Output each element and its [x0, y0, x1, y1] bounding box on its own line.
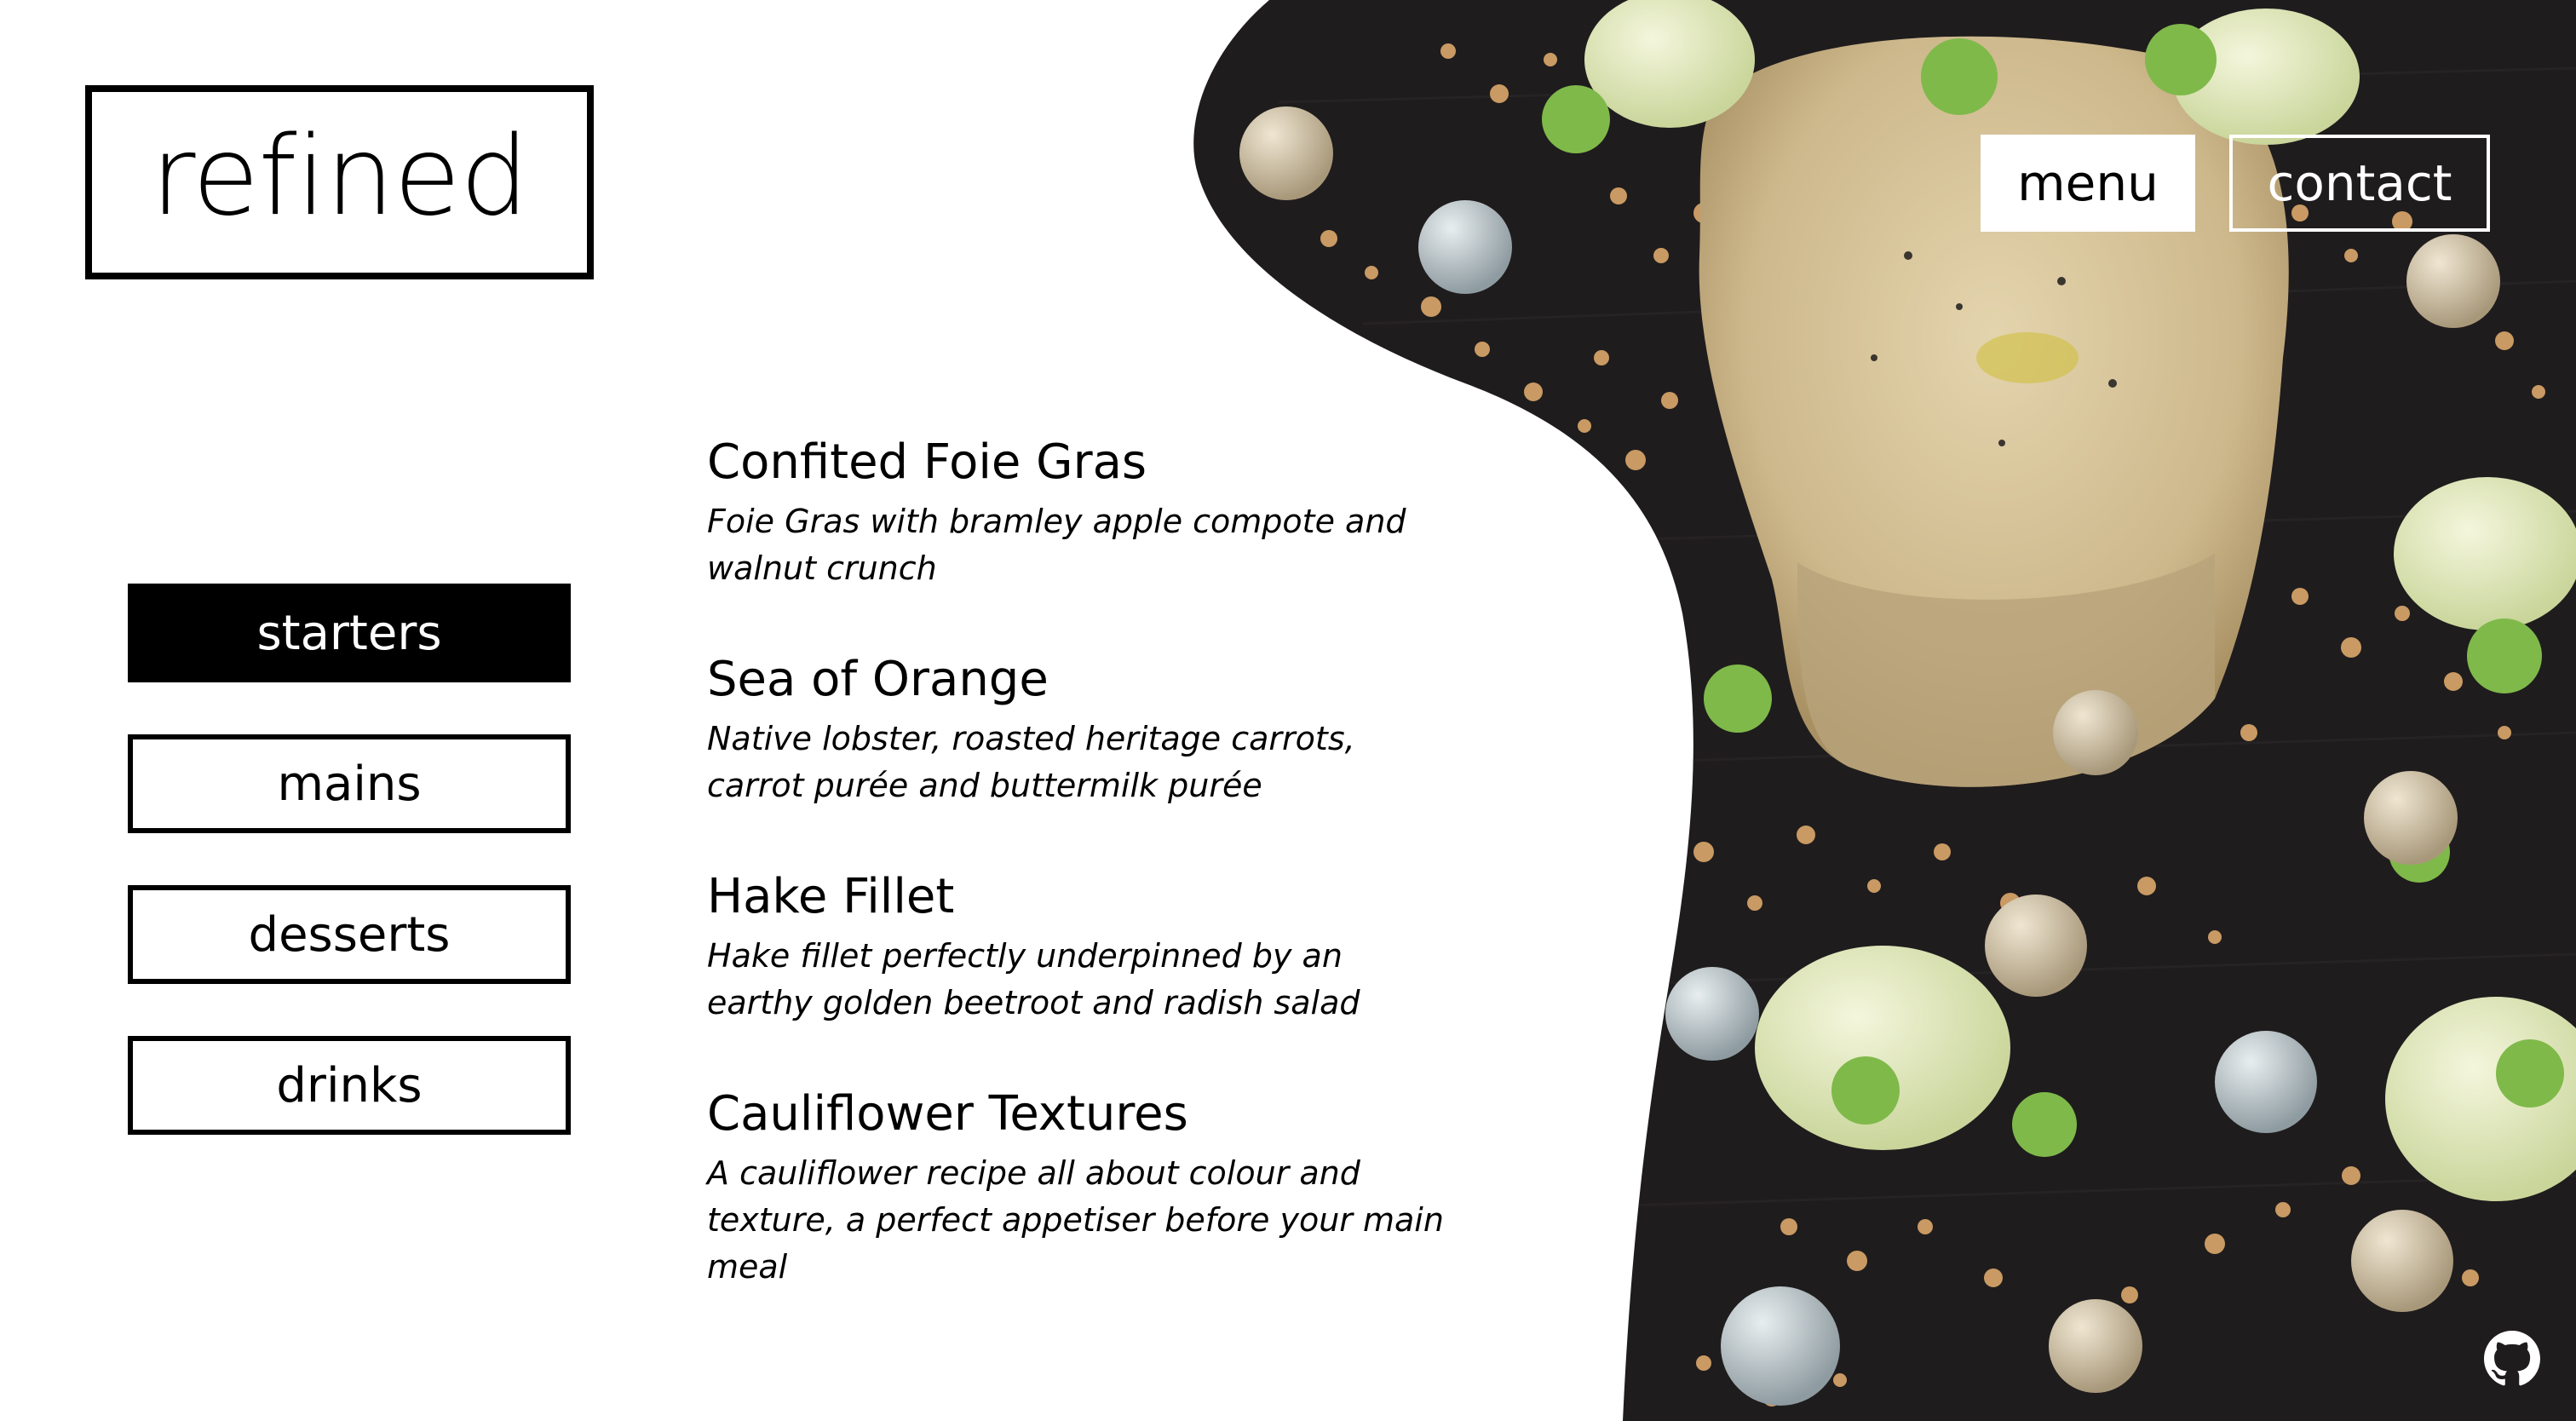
dish-item: Confited Foie Gras Foie Gras with bramle… [707, 430, 1474, 647]
category-tab-drinks[interactable]: drinks [128, 1036, 571, 1135]
dish-item: Cauliflower Textures A cauliflower recip… [707, 1082, 1474, 1299]
dish-name: Hake Fillet [707, 869, 955, 924]
category-tab-starters[interactable]: starters [128, 584, 571, 682]
logo-text: refined [150, 113, 529, 240]
dish-description: Native lobster, roasted heritage carrots… [707, 720, 1355, 804]
category-tab-desserts[interactable]: desserts [128, 885, 571, 984]
dish-name: Confited Foie Gras [707, 434, 1147, 490]
dish-description: Hake fillet perfectly underpinned by an … [707, 937, 1360, 1021]
category-tabs: starters mains desserts drinks [128, 584, 571, 1135]
dish-name: Sea of Orange [707, 652, 1049, 707]
category-tab-mains[interactable]: mains [128, 734, 571, 833]
github-icon[interactable] [2484, 1331, 2540, 1387]
dish-item: Sea of Orange Native lobster, roasted he… [707, 647, 1474, 865]
dish-item: Hake Fillet Hake fillet perfectly underp… [707, 865, 1474, 1082]
dish-description: A cauliflower recipe all about colour an… [707, 1154, 1444, 1286]
top-nav: menu contact [1981, 135, 2490, 232]
nav-contact-button[interactable]: contact [2229, 135, 2490, 232]
dish-list: Confited Foie Gras Foie Gras with bramle… [707, 430, 1474, 1299]
logo[interactable]: refined [85, 85, 594, 279]
menu-page: refined menu contact starters mains dess… [0, 0, 2576, 1421]
dish-description: Foie Gras with bramley apple compote and… [707, 503, 1406, 587]
nav-menu-button[interactable]: menu [1981, 135, 2195, 232]
dish-name: Cauliflower Textures [707, 1086, 1188, 1142]
